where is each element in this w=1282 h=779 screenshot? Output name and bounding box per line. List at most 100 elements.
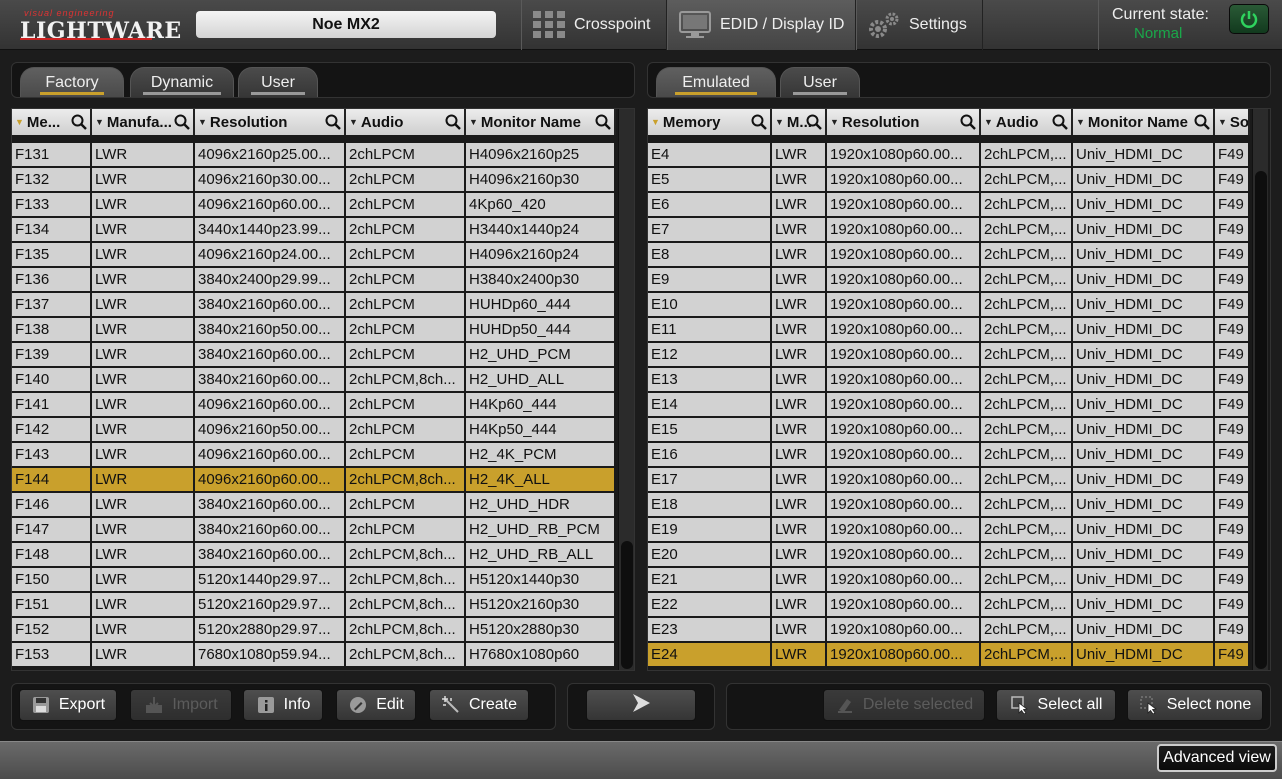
- table-row[interactable]: E14 LWR 1920x1080p60.00... 2chLPCM,... Univ_…: [648, 393, 1250, 418]
- table-row[interactable]: F134 LWR 3440x1440p23.99... 2chLPCM H3440x14…: [12, 218, 616, 243]
- transfer-button[interactable]: [586, 689, 696, 721]
- column-header[interactable]: ▼ Audio: [981, 109, 1073, 135]
- search-icon[interactable]: [1194, 114, 1210, 130]
- table-row[interactable]: F137 LWR 3840x2160p60.00... 2chLPCM HUHDp60_…: [12, 293, 616, 318]
- column-header[interactable]: ▼ M...: [772, 109, 827, 135]
- create-button-label: Create: [468, 696, 518, 713]
- column-header[interactable]: ▼ Resolution: [827, 109, 981, 135]
- export-button[interactable]: Export: [19, 689, 117, 721]
- table-row[interactable]: F133 LWR 4096x2160p60.00... 2chLPCM 4Kp60_42…: [12, 193, 616, 218]
- create-button[interactable]: Create: [429, 689, 529, 721]
- nav-edid[interactable]: EDID / Display ID: [667, 0, 856, 50]
- table-row[interactable]: F151 LWR 5120x2160p29.97... 2chLPCM,8ch... H…: [12, 593, 616, 618]
- table-row[interactable]: E6 LWR 1920x1080p60.00... 2chLPCM,... Univ_H…: [648, 193, 1250, 218]
- table-row[interactable]: E8 LWR 1920x1080p60.00... 2chLPCM,... Univ_H…: [648, 243, 1250, 268]
- table-row[interactable]: F141 LWR 4096x2160p60.00... 2chLPCM H4Kp60_4…: [12, 393, 616, 418]
- edit-button[interactable]: Edit: [336, 689, 416, 721]
- power-button[interactable]: [1229, 4, 1269, 34]
- table-row[interactable]: E7 LWR 1920x1080p60.00... 2chLPCM,... Univ_H…: [648, 218, 1250, 243]
- table-row[interactable]: E15 LWR 1920x1080p60.00... 2chLPCM,... Univ_…: [648, 418, 1250, 443]
- sort-arrow-icon: ▼: [1218, 117, 1227, 127]
- right-scrollbar-thumb[interactable]: [1255, 171, 1267, 669]
- search-icon[interactable]: [751, 114, 767, 130]
- tab-user-left[interactable]: User: [238, 67, 318, 97]
- table-row[interactable]: E20 LWR 1920x1080p60.00... 2chLPCM,... Univ_…: [648, 543, 1250, 568]
- search-icon[interactable]: [325, 114, 341, 130]
- info-button[interactable]: Info: [243, 689, 323, 721]
- tab-factory-label: Factory: [45, 73, 99, 91]
- tab-dynamic[interactable]: Dynamic: [130, 67, 234, 97]
- left-scrollbar-thumb[interactable]: [621, 541, 633, 669]
- table-row[interactable]: E11 LWR 1920x1080p60.00... 2chLPCM,... Univ_…: [648, 318, 1250, 343]
- table-cell: H4Kp50_444: [466, 418, 616, 441]
- table-cell: F49: [1215, 443, 1250, 466]
- search-icon[interactable]: [960, 114, 976, 130]
- table-row[interactable]: F153 LWR 7680x1080p59.94... 2chLPCM,8ch... H…: [12, 643, 616, 668]
- select-none-button[interactable]: Select none: [1127, 689, 1263, 721]
- nav-settings[interactable]: Settings: [856, 0, 983, 50]
- search-icon[interactable]: [71, 114, 87, 130]
- table-row[interactable]: F136 LWR 3840x2400p29.99... 2chLPCM H3840x24…: [12, 268, 616, 293]
- column-header[interactable]: ▼ Manufa...: [92, 109, 195, 135]
- table-row[interactable]: E10 LWR 1920x1080p60.00... 2chLPCM,... Univ_…: [648, 293, 1250, 318]
- column-header[interactable]: ▼ Audio: [346, 109, 466, 135]
- device-name-field[interactable]: Noe MX2: [196, 11, 496, 38]
- column-header[interactable]: ▼ Memory: [648, 109, 772, 135]
- table-row[interactable]: F135 LWR 4096x2160p24.00... 2chLPCM H4096x21…: [12, 243, 616, 268]
- table-row[interactable]: E13 LWR 1920x1080p60.00... 2chLPCM,... Univ_…: [648, 368, 1250, 393]
- arrow-right-icon: [630, 693, 652, 718]
- table-row[interactable]: F150 LWR 5120x1440p29.97... 2chLPCM,8ch... H…: [12, 568, 616, 593]
- table-cell: LWR: [772, 568, 827, 591]
- tab-emulated[interactable]: Emulated: [656, 67, 776, 97]
- table-row[interactable]: E18 LWR 1920x1080p60.00... 2chLPCM,... Univ_…: [648, 493, 1250, 518]
- delete-selected-button[interactable]: Delete selected: [823, 689, 985, 721]
- table-row[interactable]: E23 LWR 1920x1080p60.00... 2chLPCM,... Univ_…: [648, 618, 1250, 643]
- select-all-button[interactable]: Select all: [996, 689, 1116, 721]
- table-cell: 2chLPCM,...: [981, 618, 1073, 641]
- advanced-view-button[interactable]: Advanced view: [1157, 744, 1277, 772]
- table-row[interactable]: E16 LWR 1920x1080p60.00... 2chLPCM,... Univ_…: [648, 443, 1250, 468]
- table-cell: HUHDp60_444: [466, 293, 616, 316]
- table-row[interactable]: F147 LWR 3840x2160p60.00... 2chLPCM H2_UHD_R…: [12, 518, 616, 543]
- table-row[interactable]: E4 LWR 1920x1080p60.00... 2chLPCM,... Univ_H…: [648, 143, 1250, 168]
- table-row[interactable]: F148 LWR 3840x2160p60.00... 2chLPCM,8ch... H…: [12, 543, 616, 568]
- column-header[interactable]: ▼ Resolution: [195, 109, 346, 135]
- table-row[interactable]: F152 LWR 5120x2880p29.97... 2chLPCM,8ch... H…: [12, 618, 616, 643]
- table-cell: E20: [648, 543, 772, 566]
- table-row[interactable]: F144 LWR 4096x2160p60.00... 2chLPCM,8ch... H…: [12, 468, 616, 493]
- table-row[interactable]: F143 LWR 4096x2160p60.00... 2chLPCM H2_4K_PC…: [12, 443, 616, 468]
- import-button[interactable]: Import: [130, 689, 232, 721]
- table-row[interactable]: F146 LWR 3840x2160p60.00... 2chLPCM H2_UHD_H…: [12, 493, 616, 518]
- table-row[interactable]: F132 LWR 4096x2160p30.00... 2chLPCM H4096x21…: [12, 168, 616, 193]
- table-row[interactable]: F139 LWR 3840x2160p60.00... 2chLPCM H2_UHD_P…: [12, 343, 616, 368]
- search-icon[interactable]: [595, 114, 611, 130]
- right-scrollbar[interactable]: [1252, 109, 1268, 670]
- table-cell: 5120x1440p29.97...: [195, 568, 346, 591]
- search-icon[interactable]: [1052, 114, 1068, 130]
- table-row[interactable]: E22 LWR 1920x1080p60.00... 2chLPCM,... Univ_…: [648, 593, 1250, 618]
- tab-user-right[interactable]: User: [780, 67, 860, 97]
- table-row[interactable]: E17 LWR 1920x1080p60.00... 2chLPCM,... Univ_…: [648, 468, 1250, 493]
- table-cell: LWR: [772, 518, 827, 541]
- column-header[interactable]: ▼ Monitor Name: [466, 109, 616, 135]
- table-cell: F49: [1215, 643, 1250, 666]
- column-header[interactable]: ▼ Monitor Name: [1073, 109, 1215, 135]
- table-row[interactable]: E5 LWR 1920x1080p60.00... 2chLPCM,... Univ_H…: [648, 168, 1250, 193]
- table-row[interactable]: F131 LWR 4096x2160p25.00... 2chLPCM H4096x21…: [12, 143, 616, 168]
- search-icon[interactable]: [174, 114, 190, 130]
- table-row[interactable]: F138 LWR 3840x2160p50.00... 2chLPCM HUHDp50_…: [12, 318, 616, 343]
- column-header[interactable]: ▼So...: [1215, 109, 1250, 135]
- nav-crosspoint[interactable]: Crosspoint: [521, 0, 667, 50]
- table-row[interactable]: E24 LWR 1920x1080p60.00... 2chLPCM,... Univ_…: [648, 643, 1250, 668]
- table-row[interactable]: E12 LWR 1920x1080p60.00... 2chLPCM,... Univ_…: [648, 343, 1250, 368]
- table-row[interactable]: E19 LWR 1920x1080p60.00... 2chLPCM,... Univ_…: [648, 518, 1250, 543]
- search-icon[interactable]: [445, 114, 461, 130]
- table-row[interactable]: F142 LWR 4096x2160p50.00... 2chLPCM H4Kp50_4…: [12, 418, 616, 443]
- table-row[interactable]: E9 LWR 1920x1080p60.00... 2chLPCM,... Univ_H…: [648, 268, 1250, 293]
- search-icon[interactable]: [806, 114, 822, 130]
- tab-factory[interactable]: Factory: [20, 67, 124, 97]
- left-scrollbar[interactable]: [618, 109, 634, 670]
- table-row[interactable]: E21 LWR 1920x1080p60.00... 2chLPCM,... Univ_…: [648, 568, 1250, 593]
- column-header[interactable]: ▼ Me...: [12, 109, 92, 135]
- table-row[interactable]: F140 LWR 3840x2160p60.00... 2chLPCM,8ch... H…: [12, 368, 616, 393]
